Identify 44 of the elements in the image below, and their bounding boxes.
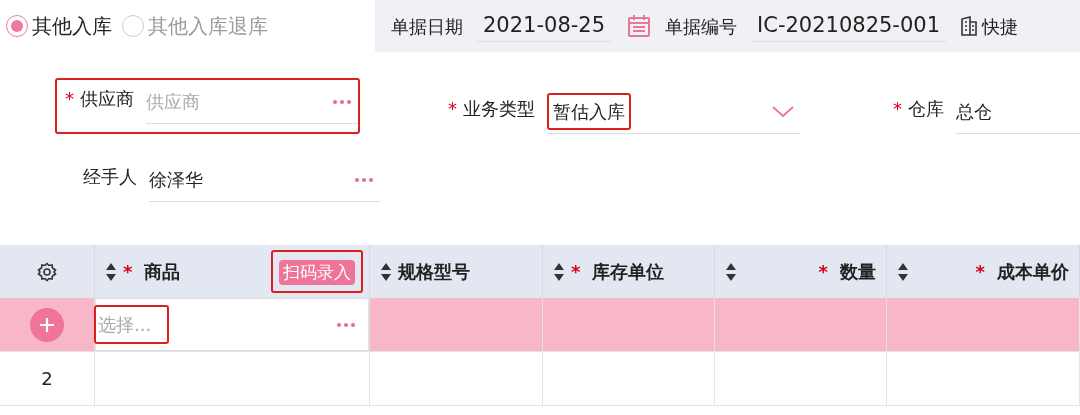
building-icon[interactable]	[960, 16, 979, 36]
shortcut-link[interactable]: 快捷	[982, 12, 1019, 40]
sort-icon[interactable]	[553, 261, 565, 282]
sort-icon[interactable]	[725, 261, 737, 282]
column-header: 规格型号	[398, 260, 470, 284]
radio-button[interactable]	[6, 15, 28, 37]
add-button[interactable]	[30, 307, 64, 342]
radio-label[interactable]: 其他入库	[32, 11, 112, 41]
select-value[interactable]: 暂估入库	[553, 101, 625, 122]
required-mark: *	[893, 98, 902, 119]
radio-button[interactable]	[122, 15, 144, 37]
input-field[interactable]: 徐泽华	[149, 158, 380, 202]
column-header: 数量	[840, 260, 876, 284]
required-mark: *	[123, 260, 133, 284]
column-header: 商品	[144, 260, 181, 284]
chevron-down-icon[interactable]	[772, 105, 794, 118]
select-field[interactable]: 暂估入库	[547, 90, 800, 134]
input-field[interactable]: IC-20210825-001	[751, 9, 947, 43]
more-icon[interactable]	[336, 321, 356, 328]
highlight-frame: 选择...	[94, 305, 170, 344]
field-label-text: 仓库	[908, 98, 944, 119]
field-label-text: 经手人	[83, 166, 137, 187]
column-header: 库存单位	[592, 260, 665, 284]
more-icon[interactable]	[332, 98, 352, 105]
input-field[interactable]: 2021-08-25	[477, 9, 612, 43]
required-mark: *	[448, 98, 457, 119]
sort-icon[interactable]	[380, 261, 392, 282]
plus-icon	[39, 316, 55, 333]
field-label-text: 供应商	[80, 88, 134, 109]
input-field[interactable]: 总仓	[956, 90, 1080, 134]
column-header: 成本单价	[997, 260, 1069, 284]
row-number: 2	[41, 367, 53, 391]
field-label: 单据编号	[665, 14, 738, 39]
required-mark: *	[571, 260, 581, 284]
sort-icon[interactable]	[897, 261, 909, 282]
required-mark: *	[975, 260, 985, 284]
required-mark: *	[818, 260, 828, 284]
settings-icon[interactable]	[37, 261, 57, 282]
field-label-text: 业务类型	[463, 98, 535, 119]
required-mark: *	[65, 88, 74, 109]
sort-icon[interactable]	[105, 261, 117, 282]
field-label: 单据日期	[391, 14, 463, 39]
calendar-icon[interactable]	[627, 14, 652, 38]
more-icon[interactable]	[354, 176, 374, 183]
